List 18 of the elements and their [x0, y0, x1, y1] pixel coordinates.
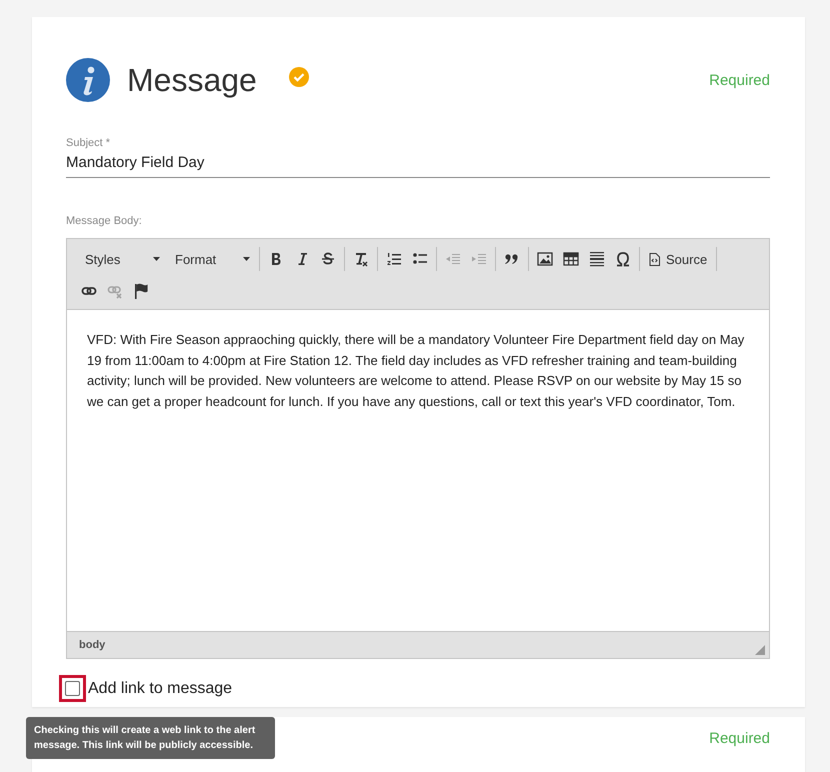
info-icon — [66, 58, 110, 102]
caret-icon — [153, 257, 160, 261]
subject-field[interactable]: Subject * Mandatory Field Day — [66, 137, 770, 178]
element-path[interactable]: body — [79, 639, 106, 651]
caret-icon — [243, 257, 250, 261]
required-label: Required — [709, 72, 770, 88]
dropdown-button[interactable]: Format — [166, 247, 256, 271]
required-label: Required — [709, 730, 770, 747]
checkbox[interactable] — [59, 675, 86, 702]
tooltip: Checking this will create a web link to the alert message. This link will be publicly accessible. — [26, 717, 275, 759]
dropdown-button[interactable]: Styles — [76, 247, 166, 271]
resize-handle-icon[interactable] — [755, 645, 765, 655]
checkbox-label[interactable]: Add link to message — [88, 680, 232, 698]
document-icon — [649, 252, 660, 266]
editor-text[interactable]: VFD: With Fire Season appraoching quickly, there will be a mandatory Volunteer Fire Department field day on May 19 from 11:00am to 4:00pm at Fire Station 12. The field day includes as VFD refresher training and team-building activity; lunch will be provided. New volunteers are welcome to attend. Please RSVP on our website by May 15 so we can get a proper headcount for lunch. If you have any questions, call or text this year's VFD coordinator, Tom. — [67, 310, 769, 631]
field-label: Message Body: — [66, 215, 143, 227]
section-title: Message — [127, 62, 257, 98]
source-button[interactable]: Source — [643, 247, 714, 271]
